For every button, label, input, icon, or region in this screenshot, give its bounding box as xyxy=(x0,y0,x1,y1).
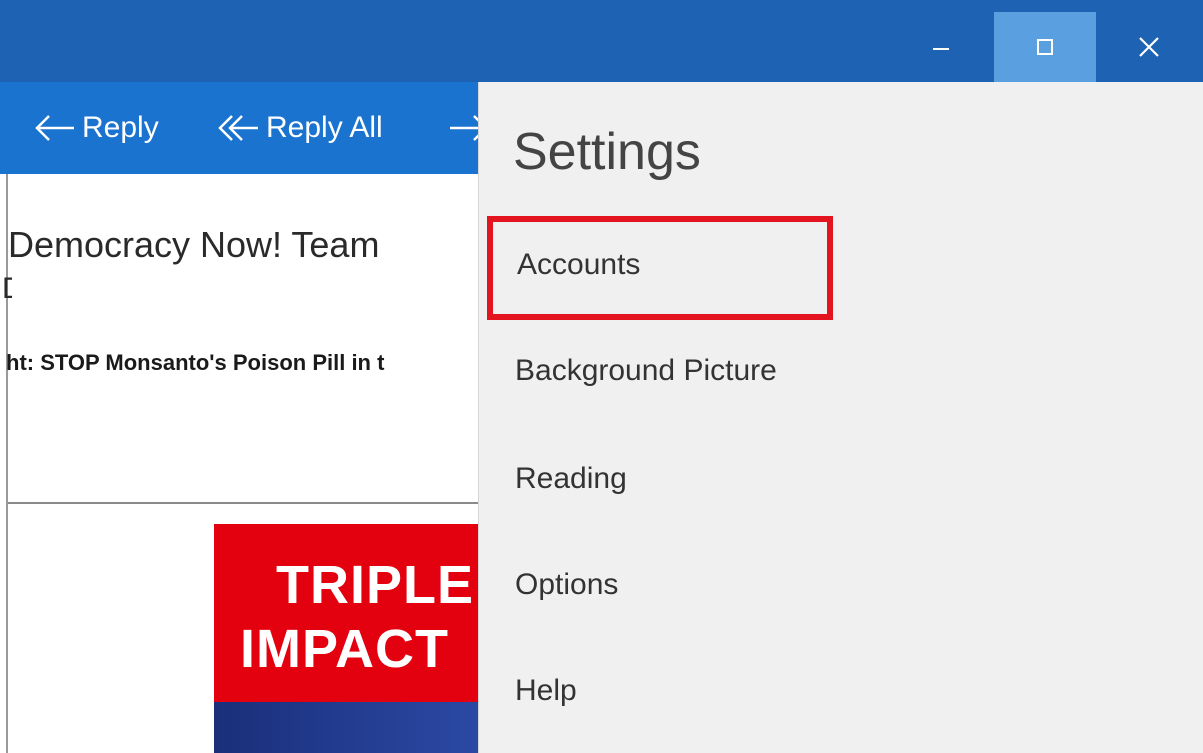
settings-item-accounts[interactable]: Accounts xyxy=(517,248,640,282)
sender-address: D xyxy=(2,272,12,306)
title-bar xyxy=(0,0,1203,82)
settings-item-reading[interactable]: Reading xyxy=(515,462,627,496)
banner-line-2: IMPACT xyxy=(240,619,449,679)
reply-all-arrow-icon xyxy=(218,115,258,141)
banner-line-1: TRIPLE xyxy=(276,555,475,615)
settings-item-help[interactable]: Help xyxy=(515,674,577,708)
settings-item-options[interactable]: Options xyxy=(515,568,618,602)
minimize-icon xyxy=(933,48,949,50)
settings-title: Settings xyxy=(513,123,701,181)
email-banner-image: TRIPLE IMPACT xyxy=(214,524,494,702)
settings-pane: Settings Accounts Background Picture Rea… xyxy=(478,82,1203,753)
settings-item-background-picture[interactable]: Background Picture xyxy=(515,354,777,388)
reply-button[interactable]: Reply xyxy=(34,82,159,174)
minimize-button[interactable] xyxy=(890,12,992,82)
close-icon xyxy=(1139,37,1159,57)
reply-all-label: Reply All xyxy=(266,111,383,144)
reply-all-button[interactable]: Reply All xyxy=(218,82,383,174)
maximize-button[interactable] xyxy=(994,12,1096,82)
maximize-icon xyxy=(1037,39,1053,55)
mail-app-window: Reply Reply All Democracy Now! Team D ht… xyxy=(0,0,1203,753)
header-divider xyxy=(8,502,488,504)
sender-name: Democracy Now! Team xyxy=(8,224,380,265)
banner-image-footer xyxy=(214,702,494,753)
reply-label: Reply xyxy=(82,111,159,144)
reading-pane-border xyxy=(0,174,8,753)
reply-arrow-icon xyxy=(35,115,74,141)
message-subject: ht: STOP Monsanto's Poison Pill in t xyxy=(6,350,385,375)
close-button[interactable] xyxy=(1098,12,1200,82)
